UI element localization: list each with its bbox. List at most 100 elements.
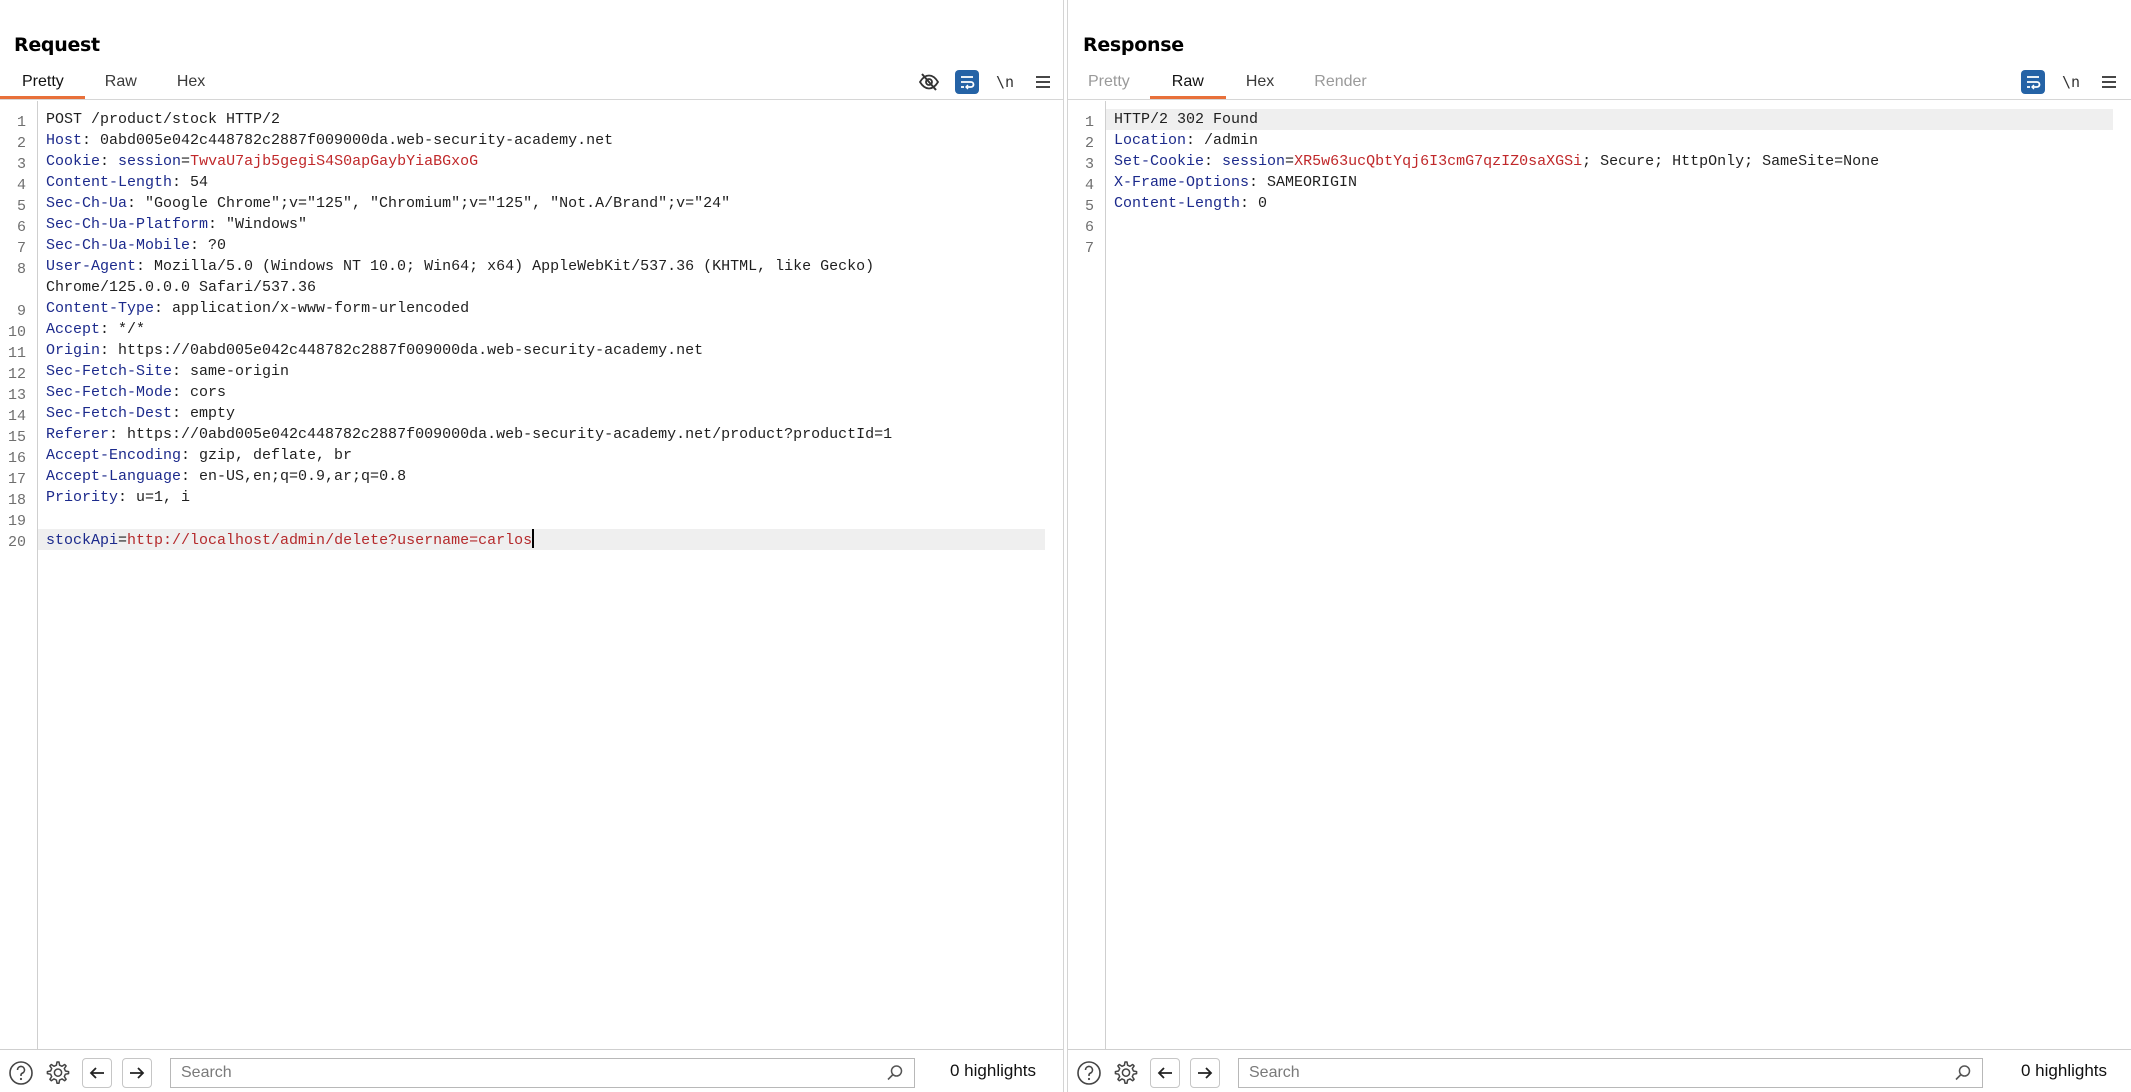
line-text [1106, 214, 2113, 235]
response-code[interactable]: 1 HTTP/2 302 Found 2 Location: /admin 3 Set-C… [1085, 109, 2113, 257]
arrow-right-icon [130, 1067, 145, 1079]
code-line[interactable]: 2 Location: /admin [1085, 130, 2113, 152]
response-title: Response [1083, 34, 1184, 56]
line-text: Sec-Ch-Ua: "Google Chrome";v="125", "Chr… [38, 193, 1045, 214]
header-name: Accept-Language [46, 468, 182, 485]
arrow-right-icon [1198, 1067, 1213, 1079]
header-value: : 54 [172, 174, 209, 191]
code-line[interactable]: 17 Accept-Language: en-US,en;q=0.9,ar;q=0… [8, 466, 1045, 488]
line-text: Accept-Encoding: gzip, deflate, br [38, 445, 1045, 466]
help-icon[interactable] [7, 1059, 35, 1087]
line-text: Content-Length: 54 [38, 172, 1045, 193]
header-value: : 0 [1240, 195, 1268, 212]
hide-non-printable-icon[interactable] [917, 70, 941, 94]
code-line[interactable]: 3 Set-Cookie: session=XR5w63ucQbtYqj6I3cm… [1085, 151, 2113, 173]
next-match-button[interactable] [1190, 1058, 1220, 1088]
code-line[interactable]: 18 Priority: u=1, i [8, 487, 1045, 509]
code-line[interactable]: 4 X-Frame-Options: SAMEORIGIN [1085, 172, 2113, 194]
header-name: stockApi [46, 532, 119, 549]
line-text: Cookie: session=TwvaU7ajb5gegiS4S0apGayb… [38, 151, 1045, 172]
response-panel: Response Pretty Raw Hex Render \n 1 HTTP/… [1068, 0, 2131, 1092]
response-footer: 0 highlights [1068, 1049, 2131, 1092]
newline-icon[interactable]: \n [2059, 70, 2083, 94]
header-name: X-Frame-Options [1114, 174, 1250, 191]
code-line[interactable]: 20 stockApi=http://localhost/admin/delete… [8, 529, 1045, 551]
line-number: 2 [16, 135, 26, 152]
search-icon[interactable] [886, 1064, 904, 1082]
request-tab-pretty[interactable]: Pretty [0, 68, 85, 99]
wrap-lines-icon[interactable] [955, 70, 979, 94]
line-text: User-Agent: Mozilla/5.0 (Windows NT 10.0… [38, 256, 1045, 277]
line-number: 1 [1084, 114, 1094, 131]
request-editor[interactable]: 1 POST /product/stock HTTP/2 2 Host: 0abd00… [0, 101, 1063, 1049]
response-tab-raw[interactable]: Raw [1149, 68, 1226, 99]
previous-match-button[interactable] [82, 1058, 112, 1088]
header-name: Accept [46, 321, 101, 338]
request-tab-raw[interactable]: Raw [85, 68, 157, 99]
response-tab-hex[interactable]: Hex [1226, 68, 1294, 99]
response-editor[interactable]: 1 HTTP/2 302 Found 2 Location: /admin 3 Set-C… [1068, 101, 2131, 1049]
request-search-input[interactable] [171, 1059, 914, 1087]
line-text: Sec-Fetch-Site: same-origin [38, 361, 1045, 382]
header-value: : application/x-www-form-urlencoded [154, 300, 470, 317]
settings-gear-icon[interactable] [1111, 1059, 1139, 1087]
code-line[interactable]: 6 [1085, 214, 2113, 236]
response-tab-pretty[interactable]: Pretty [1068, 68, 1150, 99]
code-line[interactable]: 7 Sec-Ch-Ua-Mobile: ?0 [17, 235, 1045, 257]
header-value: : cors [172, 384, 227, 401]
header-name: Cookie [46, 153, 101, 170]
header-value: : u=1, i [118, 489, 191, 506]
previous-match-button[interactable] [1150, 1058, 1180, 1088]
help-icon[interactable] [1075, 1059, 1103, 1087]
code-line[interactable]: 8 User-Agent: Mozilla/5.0 (Windows NT 10.… [17, 256, 1045, 278]
response-search-input[interactable] [1239, 1059, 1982, 1087]
code-line[interactable]: Chrome/125.0.0.0 Safari/537.36 [38, 277, 1045, 298]
line-number: 2 [1084, 135, 1094, 152]
code-line[interactable]: 19 [8, 508, 1045, 530]
code-line[interactable]: 15 Referer: https://0abd005e042c448782c28… [8, 424, 1045, 446]
code-line[interactable]: 11 Origin: https://0abd005e042c448782c288… [8, 340, 1045, 362]
code-line[interactable]: 6 Sec-Ch-Ua-Platform: "Windows" [17, 214, 1045, 236]
code-line[interactable]: 3 Cookie: session=TwvaU7ajb5gegiS4S0apGay… [17, 151, 1045, 173]
code-line[interactable]: 12 Sec-Fetch-Site: same-origin [8, 361, 1045, 383]
code-line[interactable]: 13 Sec-Fetch-Mode: cors [8, 382, 1045, 404]
menu-icon[interactable] [1031, 70, 1055, 94]
response-tab-render[interactable]: Render [1294, 68, 1386, 99]
line-text: Sec-Fetch-Dest: empty [38, 403, 1045, 424]
line-number: 3 [16, 156, 26, 173]
menu-icon[interactable] [2097, 70, 2121, 94]
code-line[interactable]: 7 [1085, 235, 2113, 257]
code-line[interactable]: 14 Sec-Fetch-Dest: empty [8, 403, 1045, 425]
search-icon[interactable] [1954, 1064, 1972, 1082]
code-line[interactable]: 1 POST /product/stock HTTP/2 [17, 109, 1045, 131]
code-line[interactable]: 16 Accept-Encoding: gzip, deflate, br [8, 445, 1045, 467]
wrap-lines-icon[interactable] [2021, 70, 2045, 94]
code-line[interactable]: 10 Accept: */* [8, 319, 1045, 341]
line-number: 3 [1084, 156, 1094, 173]
header-name: Location [1114, 132, 1187, 149]
line-number: 4 [1084, 177, 1094, 194]
text-caret [532, 529, 535, 548]
settings-gear-icon[interactable] [43, 1059, 71, 1087]
response-highlights-count: 0 highlights [2021, 1061, 2108, 1080]
code-line[interactable]: 5 Content-Length: 0 [1085, 193, 2113, 215]
newline-icon[interactable]: \n [993, 70, 1017, 94]
response-search-box [1238, 1058, 1983, 1088]
header-value: : gzip, deflate, br [181, 447, 353, 464]
code-line[interactable]: 9 Content-Type: application/x-www-form-ur… [17, 298, 1045, 320]
code-line[interactable]: 2 Host: 0abd005e042c448782c2887f009000da.… [17, 130, 1045, 152]
request-tab-hex[interactable]: Hex [157, 68, 225, 99]
request-toolbar: \n [917, 68, 1055, 96]
line-text: Content-Type: application/x-www-form-url… [38, 298, 1045, 319]
code-line[interactable]: 5 Sec-Ch-Ua: "Google Chrome";v="125", "Ch… [17, 193, 1045, 215]
code-line[interactable]: 1 HTTP/2 302 Found [1085, 109, 2113, 131]
line-number: 6 [16, 219, 26, 236]
header-value: : /admin [1186, 132, 1259, 149]
header-value: = [118, 532, 128, 549]
request-title: Request [14, 34, 100, 56]
request-code[interactable]: 1 POST /product/stock HTTP/2 2 Host: 0abd00… [8, 109, 1045, 551]
code-line[interactable]: 4 Content-Length: 54 [17, 172, 1045, 194]
header-value: = [181, 153, 191, 170]
line-number: 12 [7, 366, 26, 383]
next-match-button[interactable] [122, 1058, 152, 1088]
